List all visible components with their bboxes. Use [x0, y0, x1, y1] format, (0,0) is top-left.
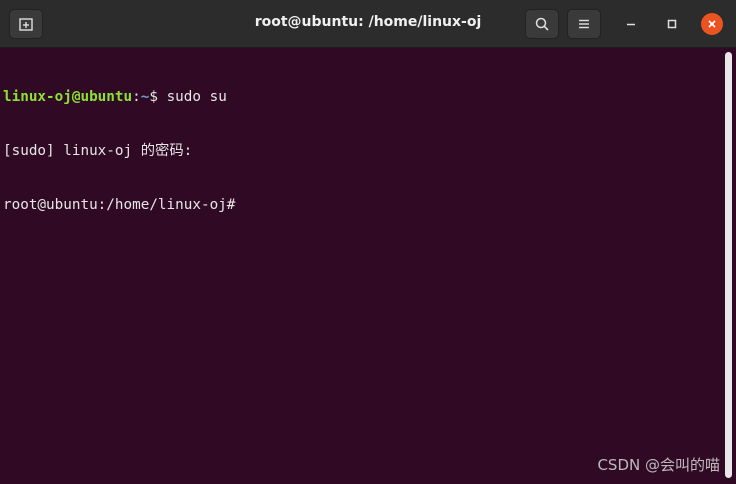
minimize-button[interactable]: [620, 13, 642, 35]
maximize-button[interactable]: [661, 13, 683, 35]
menu-button[interactable]: [567, 9, 601, 39]
minimize-icon: [627, 23, 635, 26]
new-tab-button[interactable]: [9, 9, 43, 39]
prompt-separator: :: [132, 89, 141, 105]
title-bar[interactable]: root@ubuntu: /home/linux-oj: [0, 0, 736, 48]
maximize-icon: [667, 19, 677, 29]
close-button[interactable]: [701, 13, 723, 35]
close-icon: [708, 20, 716, 28]
prompt-symbol: $: [149, 89, 167, 105]
hamburger-menu-icon: [579, 19, 589, 29]
watermark: CSDN @会叫的喵: [597, 456, 720, 474]
terminal-line-command: linux-oj@ubuntu:~$ sudo su: [3, 88, 724, 106]
search-button[interactable]: [525, 9, 559, 39]
terminal-window: root@ubuntu: /home/linux-oj linux-oj@ubu…: [0, 0, 736, 484]
prompt-user: linux-oj@ubuntu: [3, 89, 133, 105]
terminal-output[interactable]: linux-oj@ubuntu:~$ sudo su [sudo] linux-…: [0, 48, 724, 484]
terminal-line-root-prompt: root@ubuntu:/home/linux-oj#: [3, 197, 236, 213]
new-tab-icon: [19, 18, 33, 31]
command-text: sudo su: [166, 89, 227, 105]
search-icon: [535, 17, 549, 31]
terminal-line-password-prompt: [sudo] linux-oj 的密码:: [3, 143, 193, 159]
scrollbar[interactable]: [725, 52, 732, 478]
